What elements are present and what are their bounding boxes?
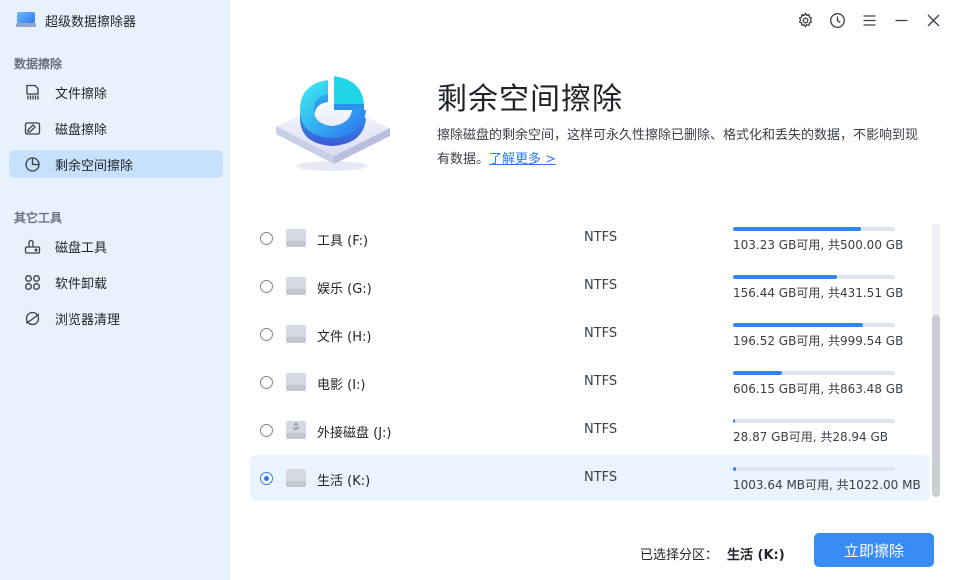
partition-name: 娱乐 (G:) — [317, 282, 372, 297]
minimize-button[interactable] — [891, 10, 911, 30]
hard-drive-icon — [284, 322, 308, 346]
wipe-now-button[interactable]: 立即擦除 — [814, 533, 934, 567]
hard-drive-icon — [284, 274, 308, 298]
learn-more-link[interactable]: 了解更多 > — [489, 152, 556, 167]
partition-radio[interactable] — [260, 328, 273, 341]
partition-radio[interactable] — [260, 280, 273, 293]
partition-filesystem: NTFS — [584, 326, 618, 341]
partition-row[interactable]: 文件 (H:) NTFS 196.52 GB可用, 共999.54 GB — [250, 311, 930, 357]
selected-partition-label: 已选择分区： — [640, 548, 719, 563]
partition-row-selected[interactable]: 生活 (K:) NTFS 1003.64 MB可用, 共1022.00 MB — [250, 455, 930, 501]
app-title-bar: 超级数据擦除器 — [16, 10, 136, 30]
sidebar-item-disk-tools[interactable]: 磁盘工具 — [9, 232, 223, 260]
partition-row[interactable]: 外接磁盘 (J:) NTFS 28.87 GB可用, 共28.94 GB — [250, 407, 930, 453]
page-title: 剩余空间擦除 — [437, 82, 623, 117]
sidebar-item-label: 磁盘擦除 — [55, 122, 108, 138]
partition-radio[interactable] — [260, 232, 273, 245]
close-button[interactable] — [923, 10, 943, 30]
sidebar-item-label: 文件擦除 — [55, 86, 108, 102]
capacity-text: 28.87 GB可用, 共28.94 GB — [733, 430, 889, 444]
partition-filesystem: NTFS — [584, 230, 618, 245]
partition-row[interactable]: 工具 (F:) NTFS 103.23 GB可用, 共500.00 GB — [250, 215, 930, 261]
section-title-data-erase: 数据擦除 — [14, 57, 63, 71]
hard-drive-icon — [284, 466, 308, 490]
scrollbar-thumb[interactable] — [932, 315, 940, 497]
app-logo-icon — [16, 12, 36, 28]
capacity-bar — [733, 227, 895, 231]
partition-filesystem: NTFS — [584, 278, 618, 293]
partition-radio[interactable] — [260, 472, 273, 485]
minimize-icon — [895, 19, 907, 21]
hero-illustration — [272, 70, 392, 175]
sidebar-item-uninstall[interactable]: 软件卸载 — [9, 268, 223, 296]
sidebar-item-label: 剩余空间擦除 — [55, 158, 134, 174]
partition-list: 工具 (F:) NTFS 103.23 GB可用, 共500.00 GB 娱乐 … — [250, 215, 930, 505]
partition-row[interactable]: 电影 (I:) NTFS 606.15 GB可用, 共863.48 GB — [250, 359, 930, 405]
capacity-text: 156.44 GB可用, 共431.51 GB — [733, 286, 904, 300]
capacity-text: 606.15 GB可用, 共863.48 GB — [733, 382, 904, 396]
partition-radio[interactable] — [260, 376, 273, 389]
capacity-bar — [733, 323, 895, 327]
sidebar-item-disk-erase[interactable]: 磁盘擦除 — [9, 114, 223, 142]
history-icon — [829, 12, 845, 28]
browser-icon — [25, 311, 40, 325]
usb-drive-icon — [284, 418, 308, 442]
sidebar-item-label: 磁盘工具 — [55, 240, 108, 256]
page-description: 擦除磁盘的剩余空间，这样可永久性擦除已删除、格式化和丢失的数据，不影响到现有数据… — [437, 124, 927, 172]
capacity-bar — [733, 275, 895, 279]
sidebar-item-label: 软件卸载 — [55, 276, 108, 292]
sidebar-item-label: 浏览器清理 — [55, 312, 121, 328]
partition-filesystem: NTFS — [584, 422, 618, 437]
partition-radio[interactable] — [260, 424, 273, 437]
selected-partition-value: 生活 (K:) — [727, 548, 785, 563]
capacity-text: 103.23 GB可用, 共500.00 GB — [733, 238, 904, 252]
partition-filesystem: NTFS — [584, 470, 618, 485]
capacity-bar — [733, 419, 895, 423]
partition-filesystem: NTFS — [584, 374, 618, 389]
capacity-bar — [733, 467, 895, 471]
partition-name: 外接磁盘 (J:) — [317, 426, 392, 441]
partition-name: 生活 (K:) — [317, 474, 371, 489]
list-scrollbar[interactable] — [932, 223, 940, 497]
settings-button[interactable] — [795, 10, 815, 30]
section-title-other-tools: 其它工具 — [14, 211, 63, 225]
partition-name: 文件 (H:) — [317, 330, 372, 345]
sidebar-item-browser-clean[interactable]: 浏览器清理 — [9, 304, 223, 332]
capacity-text: 1003.64 MB可用, 共1022.00 MB — [733, 478, 921, 492]
partition-name: 工具 (F:) — [317, 234, 369, 249]
partition-row[interactable]: 娱乐 (G:) NTFS 156.44 GB可用, 共431.51 GB — [250, 263, 930, 309]
capacity-bar — [733, 371, 895, 375]
capacity-text: 196.52 GB可用, 共999.54 GB — [733, 334, 904, 348]
hard-drive-icon — [284, 370, 308, 394]
pie-chart-icon — [25, 156, 40, 172]
disk-tool-icon — [24, 239, 41, 254]
file-shred-icon — [26, 84, 39, 99]
history-button[interactable] — [827, 10, 847, 30]
menu-button[interactable] — [859, 10, 879, 30]
close-icon — [927, 14, 939, 26]
disk-erase-icon — [24, 121, 41, 135]
sidebar-item-file-erase[interactable]: 文件擦除 — [9, 78, 223, 106]
sidebar: 超级数据擦除器 数据擦除 文件擦除 磁盘擦除 剩余空间擦除 其它工具 磁盘工具 … — [0, 0, 230, 580]
apps-grid-icon — [25, 274, 40, 290]
menu-icon — [863, 14, 875, 26]
hard-drive-icon — [284, 226, 308, 250]
app-title: 超级数据擦除器 — [45, 14, 137, 30]
gear-icon — [798, 11, 812, 28]
partition-name: 电影 (I:) — [317, 378, 366, 393]
sidebar-item-free-space-erase[interactable]: 剩余空间擦除 — [9, 150, 223, 178]
